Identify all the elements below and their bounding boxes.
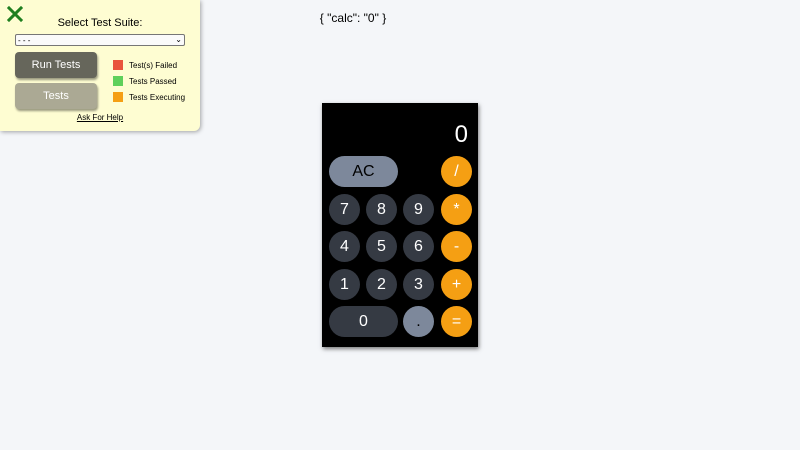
five-button[interactable]: 5: [366, 231, 397, 262]
multiply-button[interactable]: *: [441, 194, 472, 225]
state-readout: { "calc": "0" }: [319, 11, 387, 25]
eight-button[interactable]: 8: [366, 194, 397, 225]
tests-button[interactable]: Tests: [15, 83, 97, 109]
executing-swatch: [113, 92, 123, 102]
nine-button[interactable]: 9: [403, 194, 434, 225]
minus-button[interactable]: -: [441, 231, 472, 262]
ask-for-help-link[interactable]: Ask For Help: [0, 113, 200, 122]
legend-item-executing: Tests Executing: [113, 89, 185, 105]
calculator-display: 0: [454, 121, 468, 148]
chevron-down-icon: ⌄: [175, 35, 182, 44]
one-button[interactable]: 1: [329, 269, 360, 300]
seven-button[interactable]: 7: [329, 194, 360, 225]
clear-button[interactable]: AC: [329, 156, 398, 187]
passed-swatch: [113, 76, 123, 86]
plus-button[interactable]: +: [441, 269, 472, 300]
legend-item-passed: Tests Passed: [113, 73, 185, 89]
failed-swatch: [113, 60, 123, 70]
zero-button[interactable]: 0: [329, 306, 398, 337]
three-button[interactable]: 3: [403, 269, 434, 300]
four-button[interactable]: 4: [329, 231, 360, 262]
test-suite-select[interactable]: - - - ⌄: [15, 34, 185, 46]
calculator: 0 AC / 7 8 9 * 4 5 6 - 1 2 3 + 0 . =: [322, 103, 478, 347]
run-tests-button[interactable]: Run Tests: [15, 52, 97, 78]
equals-button[interactable]: =: [441, 306, 472, 337]
legend-item-failed: Test(s) Failed: [113, 57, 185, 73]
legend-label: Tests Executing: [129, 92, 186, 102]
legend-label: Tests Passed: [129, 76, 177, 86]
legend-label: Test(s) Failed: [129, 60, 178, 70]
select-value: - - -: [18, 35, 31, 45]
six-button[interactable]: 6: [403, 231, 434, 262]
divide-button[interactable]: /: [441, 156, 472, 187]
legend: Test(s) Failed Tests Passed Tests Execut…: [113, 57, 185, 105]
decimal-button[interactable]: .: [403, 306, 434, 337]
two-button[interactable]: 2: [366, 269, 397, 300]
